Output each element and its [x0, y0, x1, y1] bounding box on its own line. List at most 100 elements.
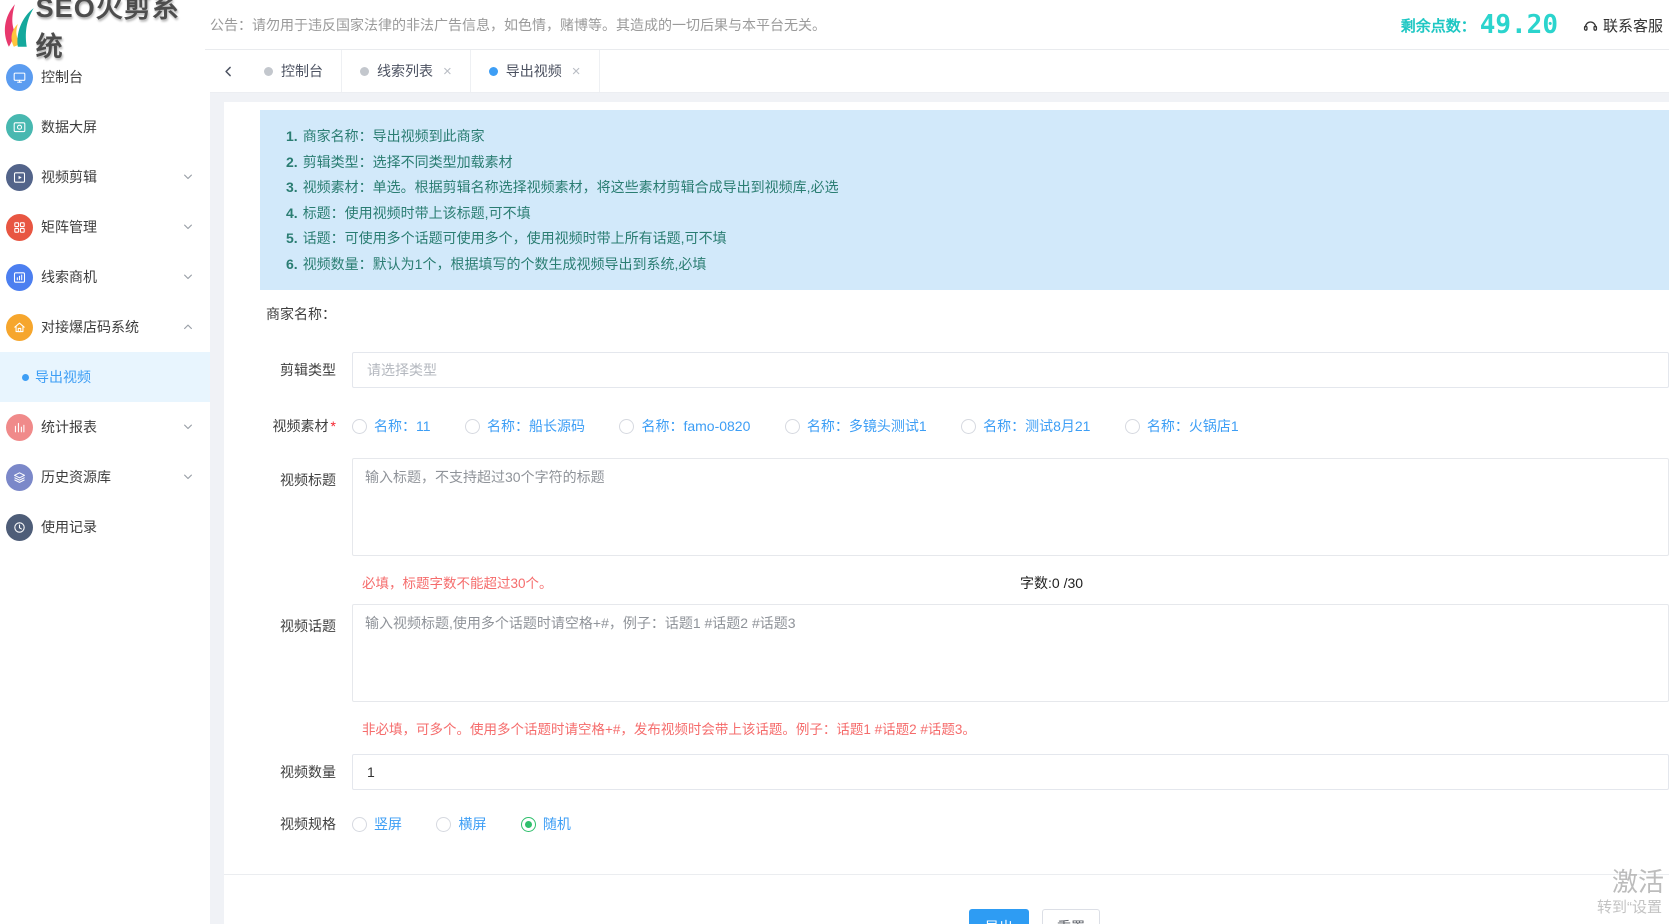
- video-count-input[interactable]: [352, 754, 1669, 790]
- material-radio-option[interactable]: 名称：多镜头测试1: [785, 412, 927, 440]
- announcement-text: 公告：请勿用于违反国家法律的非法广告信息，如色情，赌博等。其造成的一切后果与本平…: [206, 15, 1401, 35]
- store-code-icon: [6, 314, 33, 341]
- tab-label: 控制台: [281, 61, 323, 81]
- export-video-panel: 1.商家名称：导出视频到此商家 2.剪辑类型：选择不同类型加载素材 3.视频素材…: [224, 102, 1669, 924]
- instruction-line: 1.商家名称：导出视频到此商家: [286, 124, 1649, 150]
- tabs-back-button[interactable]: [210, 50, 246, 92]
- required-asterisk: *: [331, 418, 336, 434]
- tab-label: 导出视频: [506, 61, 562, 81]
- radio-icon: [436, 817, 451, 832]
- material-radio-option[interactable]: 名称：火锅店1: [1125, 412, 1239, 440]
- instruction-line: 2.剪辑类型：选择不同类型加载素材: [286, 150, 1649, 176]
- close-icon[interactable]: ×: [443, 64, 452, 79]
- history-repo-icon: [6, 464, 33, 491]
- chevron-down-icon: [182, 421, 194, 433]
- data-screen-icon: [6, 114, 33, 141]
- chevron-down-icon: [182, 171, 194, 183]
- spec-radio-random[interactable]: 随机: [521, 810, 571, 838]
- reset-button[interactable]: 重置: [1042, 909, 1100, 924]
- export-button[interactable]: 导出: [969, 909, 1029, 924]
- title-char-counter: 字数:0 /30: [1020, 573, 1083, 593]
- topic-helper-row: 非必填，可多个。使用多个话题时请空格+#，发布视频时会带上该话题。例子：话题1 …: [232, 718, 1669, 735]
- tab-bar: 控制台 线索列表 × 导出视频 ×: [210, 50, 1669, 93]
- tab-dot-icon: [360, 67, 369, 76]
- sidebar: 控制台 数据大屏 视频剪辑 矩阵管理 线索商机: [0, 50, 210, 924]
- material-radio-option[interactable]: 名称：测试8月21: [961, 412, 1090, 440]
- tab-leads-list[interactable]: 线索列表 ×: [342, 50, 471, 92]
- sidebar-item-data-screen[interactable]: 数据大屏: [0, 102, 210, 152]
- matrix-icon: [6, 214, 33, 241]
- sidebar-item-video-clip[interactable]: 视频剪辑: [0, 152, 210, 202]
- clip-type-label: 剪辑类型: [232, 352, 336, 388]
- radio-icon: [352, 817, 367, 832]
- radio-icon: [961, 419, 976, 434]
- sidebar-item-leads[interactable]: 线索商机: [0, 252, 210, 302]
- instruction-line: 4.标题：使用视频时带上该标题,可不填: [286, 201, 1649, 227]
- video-topic-row: 视频话题: [232, 604, 1669, 702]
- contact-service-label: 联系客服: [1603, 15, 1663, 36]
- video-spec-label: 视频规格: [232, 810, 336, 838]
- material-radio-option[interactable]: 名称：famo-0820: [619, 412, 750, 440]
- sidebar-subitem-export-video[interactable]: 导出视频: [0, 352, 210, 402]
- headset-icon: [1582, 17, 1599, 34]
- leads-icon: [6, 264, 33, 291]
- sidebar-item-label: 线索商机: [41, 267, 97, 287]
- sidebar-item-usage-record[interactable]: 使用记录: [0, 502, 210, 552]
- contact-service-button[interactable]: 联系客服: [1582, 15, 1663, 36]
- spec-radio-horizontal[interactable]: 横屏: [436, 810, 486, 838]
- header-divider: [205, 49, 1669, 50]
- instruction-line: 5.话题：可使用多个话题可使用多个，使用视频时带上所有话题,可不填: [286, 226, 1649, 252]
- sidebar-item-history-repository[interactable]: 历史资源库: [0, 452, 210, 502]
- merchant-name-label: 商家名称：: [232, 304, 336, 324]
- video-count-row: 视频数量: [232, 754, 1669, 790]
- clip-type-row: 剪辑类型: [232, 352, 1669, 388]
- sidebar-item-label: 统计报表: [41, 417, 97, 437]
- sidebar-item-label: 矩阵管理: [41, 217, 97, 237]
- instruction-line: 3.视频素材：单选。根据剪辑名称选择视频素材，将这些素材剪辑合成导出到视频库,必…: [286, 175, 1649, 201]
- sidebar-item-matrix-management[interactable]: 矩阵管理: [0, 202, 210, 252]
- form-actions: 导出 重置: [969, 909, 1669, 924]
- export-video-form: 商家名称： 剪辑类型 视频素材* 名称：11 名称：船长源码 名称：famo-0…: [232, 304, 1669, 838]
- radio-icon: [352, 419, 367, 434]
- logo-flame-icon: [1, 3, 35, 47]
- radio-icon: [619, 419, 634, 434]
- video-title-textarea[interactable]: [352, 458, 1669, 556]
- clip-type-select[interactable]: [352, 352, 1669, 388]
- usage-log-icon: [6, 514, 33, 541]
- radio-icon: [785, 419, 800, 434]
- active-dot-icon: [22, 374, 29, 381]
- spec-radio-vertical[interactable]: 竖屏: [352, 810, 402, 838]
- video-material-row: 视频素材* 名称：11 名称：船长源码 名称：famo-0820 名称：多镜头测…: [232, 412, 1669, 440]
- video-count-label: 视频数量: [232, 754, 336, 790]
- app-logo: SEO火剪系统: [0, 0, 206, 64]
- points-label: 剩余点数：: [1401, 15, 1476, 36]
- material-radio-option[interactable]: 名称：11: [352, 412, 431, 440]
- header-right: 剩余点数： 49.20 联系客服: [1401, 10, 1669, 40]
- material-radio-option[interactable]: 名称：船长源码: [465, 412, 585, 440]
- video-material-label: 视频素材*: [232, 412, 336, 440]
- tab-console[interactable]: 控制台: [246, 50, 342, 92]
- sidebar-item-label: 使用记录: [41, 517, 97, 537]
- video-spec-row: 视频规格 竖屏 横屏 随机: [232, 810, 1669, 838]
- video-topic-textarea[interactable]: [352, 604, 1669, 702]
- sidebar-item-statistics-report[interactable]: 统计报表: [0, 402, 210, 452]
- console-icon: [6, 64, 33, 91]
- chevron-down-icon: [182, 221, 194, 233]
- chevron-up-icon: [182, 321, 194, 333]
- sidebar-item-store-code-system[interactable]: 对接爆店码系统: [0, 302, 210, 352]
- top-header: SEO火剪系统 公告：请勿用于违反国家法律的非法广告信息，如色情，赌博等。其造成…: [0, 0, 1669, 50]
- radio-icon: [465, 419, 480, 434]
- title-helper-text: 必填，标题字数不能超过30个。: [362, 576, 553, 591]
- sidebar-subitem-label: 导出视频: [35, 367, 91, 387]
- close-icon[interactable]: ×: [572, 64, 581, 79]
- tab-export-video[interactable]: 导出视频 ×: [471, 50, 600, 92]
- sidebar-item-label: 控制台: [41, 67, 83, 87]
- instruction-line: 6.视频数量：默认为1个，根据填写的个数生成视频导出到系统,必填: [286, 252, 1649, 278]
- points-value: 49.20: [1480, 10, 1558, 40]
- sidebar-item-label: 对接爆店码系统: [41, 317, 139, 337]
- title-helper-row: 必填，标题字数不能超过30个。 字数:0 /30: [232, 572, 1669, 589]
- chevron-down-icon: [182, 471, 194, 483]
- tab-dot-icon: [489, 67, 498, 76]
- report-icon: [6, 414, 33, 441]
- merchant-name-row: 商家名称：: [232, 304, 1669, 324]
